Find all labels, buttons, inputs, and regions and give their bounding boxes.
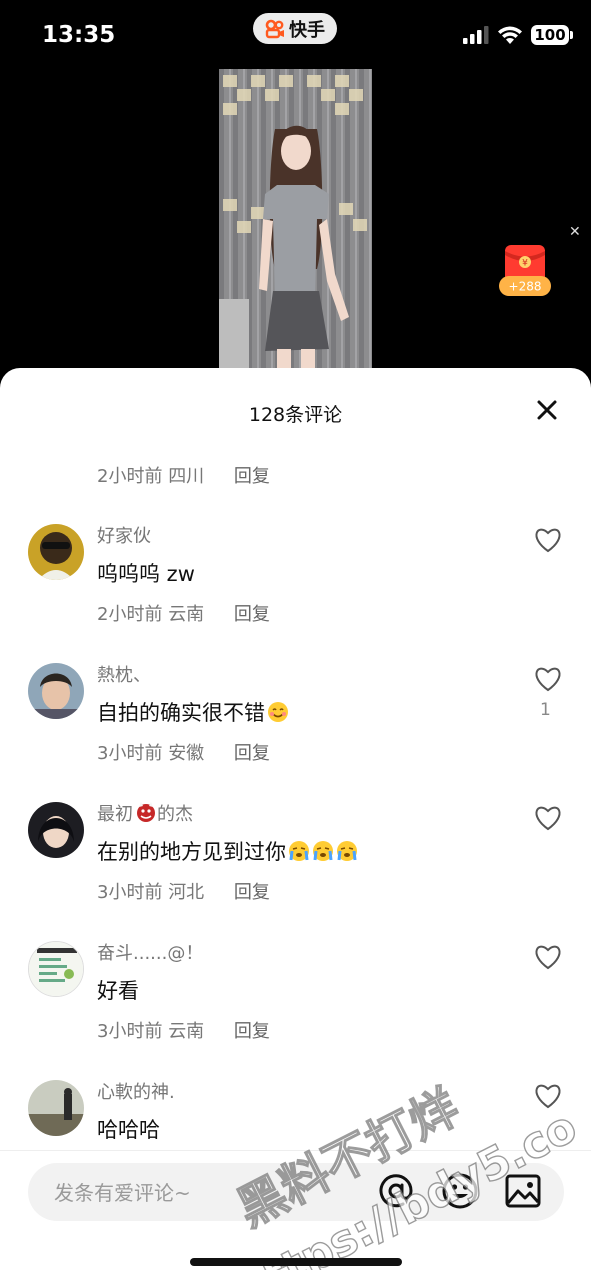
comment-author[interactable]: 好家伙	[97, 522, 151, 548]
comment-meta: 3小时前 云南 回复	[97, 1017, 270, 1043]
red-packet-symbol: ¥	[522, 259, 528, 269]
comment-author[interactable]: 奋斗......@！	[97, 939, 203, 965]
comment-meta: 2小时前 云南 回复	[97, 600, 270, 626]
comment-region: 四川	[168, 466, 205, 487]
close-ad-icon[interactable]: ✕	[569, 224, 581, 240]
app-name: 快手	[289, 19, 325, 41]
ogre-emoji-icon	[137, 802, 155, 822]
kuaishou-logo-icon	[265, 19, 284, 38]
like-count: 1	[540, 700, 551, 720]
status-time: 13:35	[42, 22, 116, 48]
battery-indicator: 100	[531, 25, 573, 45]
video-frame-illustration	[219, 69, 372, 369]
comment-author[interactable]: 熱枕、	[97, 661, 151, 687]
wifi-icon	[498, 26, 522, 44]
comment-item: 奋斗......@！ 好看 3小时前 云南 回复	[0, 935, 591, 1065]
reply-button[interactable]: 回复	[234, 882, 270, 903]
comment-text-content: 自拍的确实很不错	[97, 701, 265, 725]
emoji-icon[interactable]	[440, 1171, 480, 1211]
heart-icon[interactable]	[534, 666, 562, 692]
home-indicator[interactable]	[190, 1258, 402, 1266]
avatar[interactable]	[28, 663, 84, 719]
avatar[interactable]	[28, 1080, 84, 1136]
crying-emoji-icon	[289, 841, 309, 861]
comment-input[interactable]	[52, 1177, 356, 1209]
comment-region: 云南	[168, 1021, 205, 1042]
crying-emoji-icon	[313, 841, 333, 861]
status-icons: 100	[463, 25, 573, 45]
heart-icon[interactable]	[534, 805, 562, 831]
video-player[interactable]	[219, 69, 372, 369]
comment-author[interactable]: 心軟的神.	[97, 1078, 175, 1104]
comment-item: 好家伙 呜呜呜 zw 2小时前 云南 回复	[0, 518, 591, 648]
reply-button[interactable]: 回复	[234, 466, 270, 487]
comment-time: 2小时前	[97, 604, 163, 625]
reward-label: +288	[509, 280, 542, 294]
comment-text: 哈哈哈	[97, 1118, 160, 1142]
red-packet-reward-icon[interactable]: ¥ +288	[499, 245, 551, 297]
comment-text: 好看	[97, 979, 139, 1003]
comment-text-content: 在别的地方见到过你	[97, 840, 286, 864]
comment-author-name: 最初	[97, 804, 133, 825]
comment-item: 熱枕、 自拍的确实很不错 3小时前 安徽 回复 1	[0, 657, 591, 787]
comment-sheet: 128条评论 2小时前 四川 回复 好家伙 呜呜呜 zw 2小时前 云南 回复	[0, 368, 591, 1280]
comment-region: 安徽	[168, 743, 205, 764]
heart-icon[interactable]	[534, 527, 562, 553]
image-icon[interactable]	[503, 1171, 543, 1211]
sheet-title: 128条评论	[248, 404, 343, 426]
comment-meta: 3小时前 河北 回复	[97, 878, 270, 904]
status-bar: 13:35 快手 100	[0, 0, 591, 70]
comment-region: 云南	[168, 604, 205, 625]
heart-icon[interactable]	[534, 944, 562, 970]
comment-text: 自拍的确实很不错	[97, 697, 289, 727]
reply-button[interactable]: 回复	[234, 1021, 270, 1042]
app-indicator-pill[interactable]: 快手	[253, 13, 337, 44]
comment-time: 3小时前	[97, 1021, 163, 1042]
avatar[interactable]	[28, 524, 84, 580]
comment-author[interactable]: 最初 的杰	[97, 800, 193, 826]
comment-time: 3小时前	[97, 882, 163, 903]
heart-icon[interactable]	[534, 1083, 562, 1109]
comment-time: 2小时前	[97, 466, 163, 487]
reply-button[interactable]: 回复	[234, 604, 270, 625]
comment-text: 呜呜呜 zw	[97, 562, 195, 586]
reply-button[interactable]: 回复	[234, 743, 270, 764]
avatar[interactable]	[28, 941, 84, 997]
crying-emoji-icon	[337, 841, 357, 861]
avatar[interactable]	[28, 802, 84, 858]
signal-icon	[463, 26, 489, 44]
comment-region: 河北	[168, 882, 205, 903]
comment-meta: 3小时前 安徽 回复	[97, 739, 270, 765]
comment-text: 在别的地方见到过你	[97, 836, 358, 866]
comment-input-container[interactable]	[28, 1163, 564, 1221]
comment-author-suffix: 的杰	[157, 804, 193, 825]
smile-emoji-icon	[268, 702, 288, 722]
close-icon[interactable]	[535, 398, 559, 422]
at-icon[interactable]	[376, 1171, 416, 1211]
comment-time: 3小时前	[97, 743, 163, 764]
comment-meta: 2小时前 四川 回复	[97, 462, 270, 488]
comment-item: 最初 的杰 在别的地方见到过你 3小时前 河北 回复	[0, 796, 591, 926]
